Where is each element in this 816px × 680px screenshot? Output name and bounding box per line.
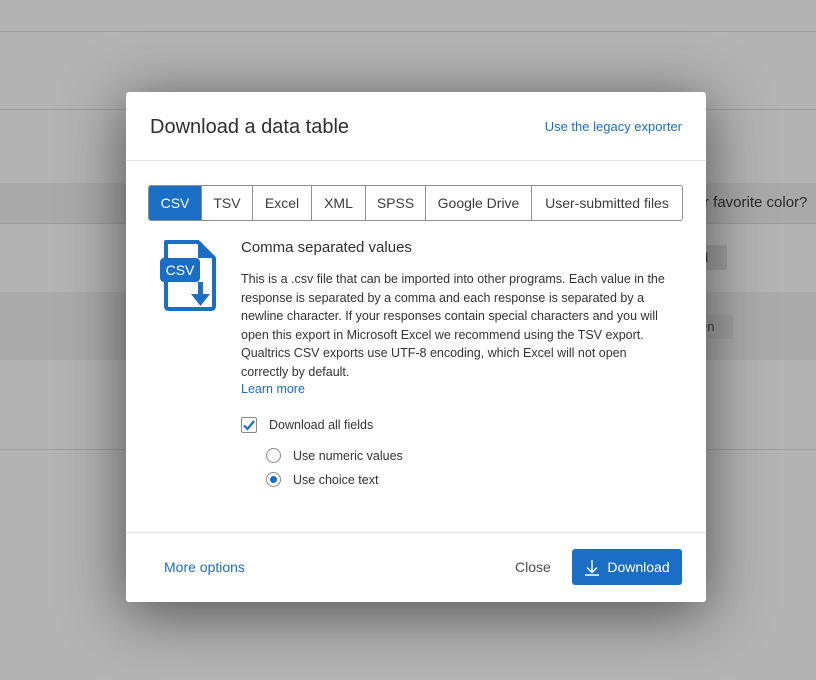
csv-icon-label: CSV — [166, 262, 195, 278]
divider — [0, 31, 816, 32]
learn-more-link[interactable]: Learn more — [241, 382, 305, 396]
download-data-table-dialog: Download a data table Use the legacy exp… — [126, 92, 706, 602]
download-all-fields-label: Download all fields — [269, 418, 374, 432]
tab-xml[interactable]: XML — [312, 186, 366, 220]
download-arrow-icon — [585, 559, 600, 576]
download-button[interactable]: Download — [572, 549, 682, 585]
use-numeric-values-label: Use numeric values — [293, 449, 403, 463]
tab-tsv[interactable]: TSV — [202, 186, 253, 220]
close-button[interactable]: Close — [515, 559, 551, 575]
format-tabs: CSV TSV Excel XML SPSS Google Drive User… — [148, 185, 683, 221]
legacy-exporter-link[interactable]: Use the legacy exporter — [545, 119, 682, 134]
download-button-label: Download — [607, 559, 670, 575]
tab-google-drive[interactable]: Google Drive — [426, 186, 532, 220]
tab-user-submitted-files[interactable]: User-submitted files — [532, 186, 682, 220]
tab-excel[interactable]: Excel — [253, 186, 312, 220]
format-description: This is a .csv file that can be imported… — [241, 272, 665, 379]
use-choice-text-label: Use choice text — [293, 473, 379, 487]
checkmark-icon — [243, 420, 255, 431]
dialog-footer: More options Close Download — [126, 532, 706, 602]
download-all-fields-checkbox[interactable] — [241, 417, 257, 433]
use-choice-text-radio[interactable] — [266, 472, 281, 487]
dialog-header: Download a data table Use the legacy exp… — [126, 92, 706, 161]
more-options-link[interactable]: More options — [164, 559, 245, 575]
tab-spss[interactable]: SPSS — [366, 186, 426, 220]
tab-csv[interactable]: CSV — [149, 186, 202, 220]
dialog-title: Download a data table — [150, 116, 350, 138]
background-question-text: r favorite color? — [704, 194, 808, 211]
csv-file-icon: CSV — [160, 240, 216, 311]
use-numeric-values-radio[interactable] — [266, 448, 281, 463]
format-title: Comma separated values — [241, 239, 412, 256]
